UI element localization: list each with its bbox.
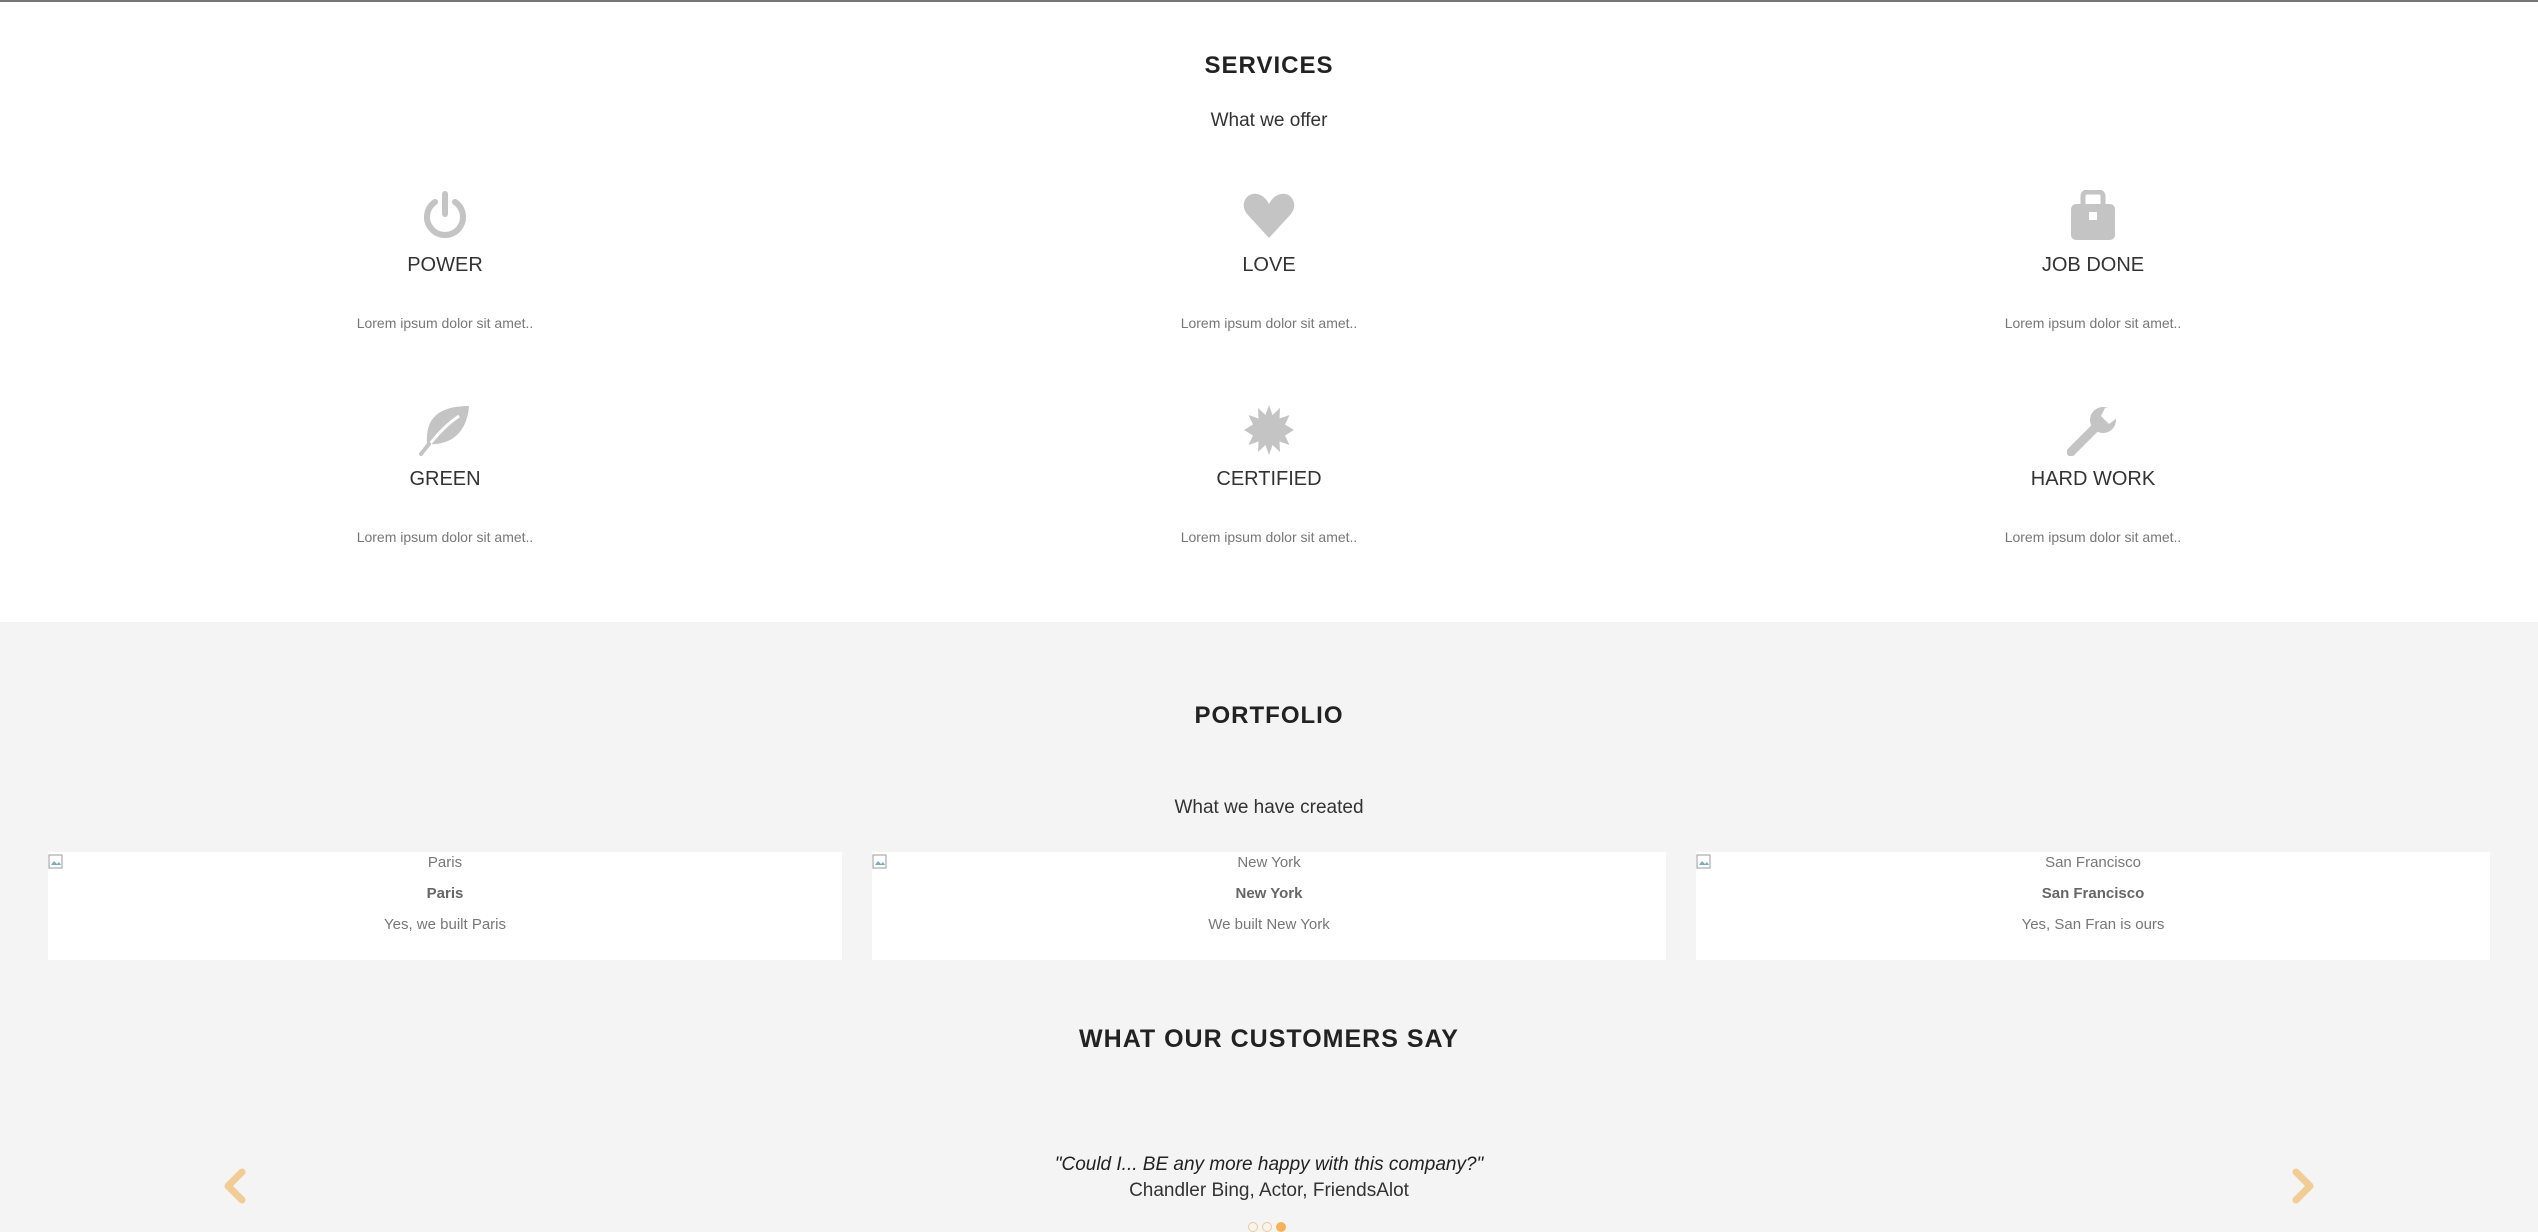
service-green: GREEN Lorem ipsum dolor sit amet.. bbox=[245, 404, 645, 545]
leaf-icon bbox=[245, 404, 645, 456]
services-subtitle: What we offer bbox=[1210, 110, 1328, 131]
service-name: HARD WORK bbox=[2030, 468, 2156, 490]
service-name: GREEN bbox=[409, 468, 481, 490]
service-hard-work: HARD WORK Lorem ipsum dolor sit amet.. bbox=[1893, 404, 2293, 545]
carousel-dot-active[interactable] bbox=[1276, 1222, 1286, 1232]
service-name: LOVE bbox=[1242, 254, 1296, 276]
testimonial-author: Chandler Bing, Actor, FriendsAlot bbox=[1129, 1180, 1409, 1201]
card-title: New York bbox=[1235, 885, 1303, 902]
portfolio-card-paris[interactable]: Paris Paris Yes, we built Paris bbox=[48, 852, 842, 960]
chevron-right-icon bbox=[2292, 1168, 2314, 1204]
testimonial-quote: "Could I... BE any more happy with this … bbox=[1054, 1154, 1484, 1175]
wrench-icon bbox=[1893, 404, 2293, 456]
service-love: LOVE Lorem ipsum dolor sit amet.. bbox=[1069, 190, 1469, 331]
carousel-indicators bbox=[1248, 1222, 1286, 1232]
power-icon bbox=[245, 190, 645, 242]
card-subtitle: We built New York bbox=[1208, 916, 1330, 933]
service-desc: Lorem ipsum dolor sit amet.. bbox=[2004, 529, 2182, 545]
portfolio-title: PORTFOLIO bbox=[1194, 702, 1344, 729]
heart-icon bbox=[1069, 190, 1469, 242]
portfolio-subtitle: What we have created bbox=[1174, 797, 1364, 818]
certificate-icon bbox=[1069, 404, 1469, 456]
testimonials-title: WHAT OUR CUSTOMERS SAY bbox=[1079, 1025, 1459, 1053]
carousel-dot[interactable] bbox=[1248, 1222, 1258, 1232]
service-name: CERTIFIED bbox=[1216, 468, 1322, 490]
service-job-done: JOB DONE Lorem ipsum dolor sit amet.. bbox=[1893, 190, 2293, 331]
service-desc: Lorem ipsum dolor sit amet.. bbox=[356, 315, 534, 331]
service-name: JOB DONE bbox=[2041, 254, 2145, 276]
service-power: POWER Lorem ipsum dolor sit amet.. bbox=[245, 190, 645, 331]
portfolio-card-san-francisco[interactable]: San Francisco San Francisco Yes, San Fra… bbox=[1696, 852, 2490, 960]
carousel-next-button[interactable] bbox=[2288, 1168, 2318, 1204]
portfolio-card-new-york[interactable]: New York New York We built New York bbox=[872, 852, 1666, 960]
image-alt-text: San Francisco bbox=[2045, 854, 2141, 871]
service-certified: CERTIFIED Lorem ipsum dolor sit amet.. bbox=[1069, 404, 1469, 545]
image-alt-text: Paris bbox=[427, 854, 463, 871]
services-section: SERVICES What we offer POWER Lorem ipsum… bbox=[0, 2, 2538, 622]
card-subtitle: Yes, San Fran is ours bbox=[2021, 916, 2165, 933]
briefcase-icon bbox=[1893, 190, 2293, 242]
service-desc: Lorem ipsum dolor sit amet.. bbox=[1180, 529, 1358, 545]
card-title: San Francisco bbox=[2041, 885, 2145, 902]
card-subtitle: Yes, we built Paris bbox=[383, 916, 506, 933]
portfolio-section: PORTFOLIO What we have created Paris Par… bbox=[0, 622, 2538, 1232]
services-title: SERVICES bbox=[1204, 52, 1334, 79]
service-desc: Lorem ipsum dolor sit amet.. bbox=[1180, 315, 1358, 331]
card-title: Paris bbox=[426, 885, 464, 902]
service-desc: Lorem ipsum dolor sit amet.. bbox=[2004, 315, 2182, 331]
service-name: POWER bbox=[407, 254, 483, 276]
carousel-dot[interactable] bbox=[1262, 1222, 1272, 1232]
service-desc: Lorem ipsum dolor sit amet.. bbox=[356, 529, 534, 545]
image-alt-text: New York bbox=[1237, 854, 1301, 871]
